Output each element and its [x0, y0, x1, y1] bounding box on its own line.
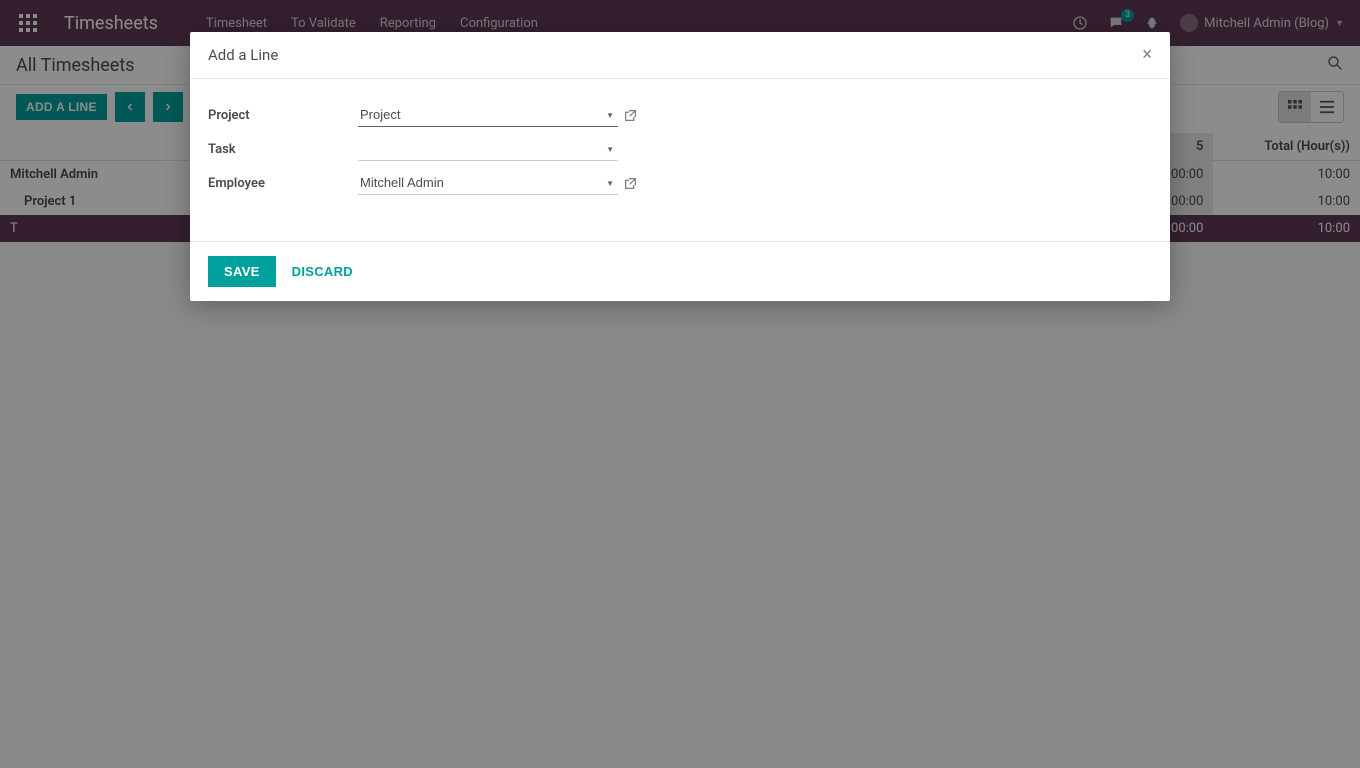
modal-close-button[interactable]: ×	[1142, 46, 1152, 64]
save-button[interactable]: SAVE	[208, 256, 276, 287]
employee-input[interactable]	[358, 171, 618, 195]
task-input[interactable]	[358, 137, 618, 161]
modal-title: Add a Line	[208, 46, 278, 64]
discard-button[interactable]: DISCARD	[292, 264, 353, 279]
label-task: Task	[208, 142, 358, 157]
external-link-icon[interactable]	[624, 177, 637, 190]
external-link-icon[interactable]	[624, 109, 637, 122]
label-employee: Employee	[208, 176, 358, 191]
label-project: Project	[208, 108, 358, 123]
project-input[interactable]	[358, 103, 618, 127]
add-line-modal: Add a Line × Project ▼ Task ▼	[190, 32, 1170, 301]
